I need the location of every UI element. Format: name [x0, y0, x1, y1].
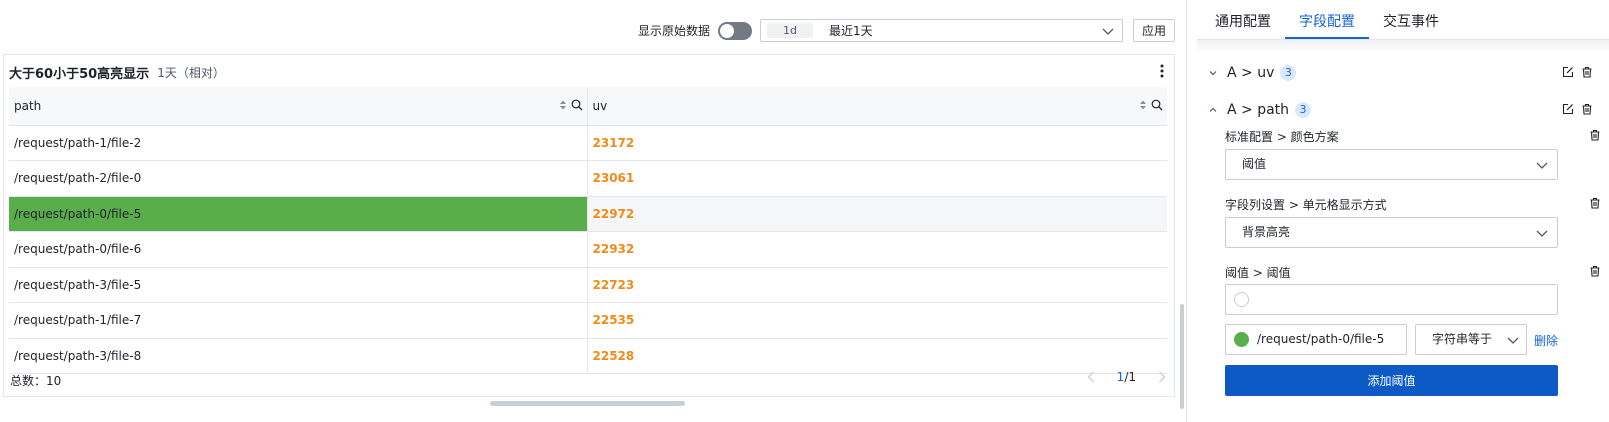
- threshold-operator-select[interactable]: 字符串等于: [1415, 324, 1527, 355]
- color-scheme-select[interactable]: 阈值: [1225, 149, 1558, 180]
- table-row[interactable]: /request/path-3/file-5 22723: [9, 267, 1167, 303]
- total-count: 总数：10: [10, 374, 62, 388]
- chevron-down-icon: [1536, 162, 1548, 169]
- tab-interaction[interactable]: 交互事件: [1369, 0, 1453, 39]
- table-row[interactable]: /request/path-1/file-2 23172: [9, 125, 1167, 161]
- dashboard-preview: 显示原始数据 1d 最近1天 应用 大于60小于50高亮显示 1天（相对） pa…: [0, 0, 1184, 422]
- chevron-down-icon: [1102, 28, 1114, 35]
- table-row-highlighted[interactable]: /request/path-0/file-5 22972: [9, 196, 1167, 232]
- vertical-scrollbar[interactable]: [1180, 304, 1184, 409]
- table-header-row: path uv: [9, 87, 1167, 126]
- cell-uv: 22972: [586, 196, 1167, 232]
- cell-display-select[interactable]: 背景高亮: [1225, 217, 1558, 248]
- cell-path: /request/path-1/file-7: [9, 302, 587, 339]
- pagination: 1/1: [1087, 370, 1166, 384]
- data-table: path uv /request/path-1/file-2 23172 /re…: [9, 87, 1167, 374]
- apply-button[interactable]: 应用: [1132, 19, 1175, 42]
- delete-threshold-link[interactable]: 删除: [1534, 332, 1558, 349]
- threshold-value-input[interactable]: /request/path-0/file-5: [1225, 324, 1407, 355]
- chevron-down-icon: [1536, 230, 1548, 237]
- tab-field-config[interactable]: 字段配置: [1285, 0, 1369, 39]
- color-scheme-label: 标准配置 > 颜色方案: [1225, 130, 1339, 144]
- cell-display-value: 背景高亮: [1242, 225, 1291, 239]
- edit-icon[interactable]: [1562, 103, 1574, 115]
- edit-icon[interactable]: [1562, 66, 1574, 78]
- config-tabs: 通用配置 字段配置 交互事件: [1187, 0, 1609, 39]
- table-panel: 大于60小于50高亮显示 1天（相对） path uv /request/pat…: [3, 54, 1175, 397]
- toggle-knob: [719, 23, 734, 38]
- cell-path: /request/path-3/file-5: [9, 267, 587, 303]
- delete-icon[interactable]: [1589, 197, 1601, 209]
- cell-uv: 22535: [586, 302, 1167, 339]
- search-icon[interactable]: [571, 99, 583, 111]
- field-group-title: A > uv: [1227, 65, 1275, 81]
- chevron-down-icon: [1507, 337, 1519, 344]
- cell-path: /request/path-0/file-5: [9, 196, 587, 232]
- horizontal-scrollbar[interactable]: [490, 401, 685, 406]
- time-range-tag: 1d: [766, 23, 813, 38]
- threshold-label: 阈值 > 阈值: [1225, 266, 1291, 280]
- panel-time-range: 1天（相对）: [157, 66, 225, 80]
- cell-uv: 23061: [586, 160, 1167, 197]
- base-threshold-row[interactable]: [1225, 284, 1558, 315]
- add-threshold-button[interactable]: 添加阈值: [1225, 365, 1558, 396]
- cell-path: /request/path-3/file-8: [9, 338, 587, 374]
- override-count-badge: 3: [1280, 65, 1297, 81]
- time-range-value: 最近1天: [828, 24, 873, 38]
- column-header-path[interactable]: path: [9, 87, 587, 126]
- delete-icon[interactable]: [1589, 265, 1601, 277]
- chevron-up-icon: [1209, 107, 1217, 112]
- search-icon[interactable]: [1151, 99, 1163, 111]
- cell-uv: 22723: [586, 267, 1167, 303]
- tabs-shadow: [1197, 40, 1609, 54]
- time-range-select[interactable]: 1d 最近1天: [759, 19, 1123, 42]
- cell-uv: 22932: [586, 231, 1167, 268]
- cell-path: /request/path-1/file-2: [9, 125, 587, 161]
- override-count-badge: 3: [1295, 102, 1312, 118]
- table-row[interactable]: /request/path-2/file-0 23061: [9, 160, 1167, 197]
- base-color-swatch[interactable]: [1234, 292, 1249, 307]
- delete-icon[interactable]: [1589, 129, 1601, 141]
- total-pages: /1: [1124, 370, 1136, 384]
- sort-icon[interactable]: [1139, 99, 1147, 111]
- column-header-label: uv: [592, 98, 608, 113]
- cell-path: /request/path-0/file-6: [9, 231, 587, 268]
- tab-general[interactable]: 通用配置: [1201, 0, 1285, 39]
- delete-icon[interactable]: [1581, 66, 1593, 78]
- threshold-color-swatch[interactable]: [1234, 332, 1249, 347]
- field-group-uv[interactable]: A > uv 3: [1207, 62, 1603, 84]
- panel-header: 大于60小于50高亮显示 1天（相对）: [9, 63, 225, 82]
- cell-uv: 22528: [586, 338, 1167, 374]
- page-indicator: 1/1: [1117, 370, 1136, 384]
- table-row[interactable]: /request/path-3/file-8 22528: [9, 338, 1167, 374]
- sort-icon[interactable]: [559, 99, 567, 111]
- column-header-label: path: [14, 98, 42, 113]
- raw-data-toggle[interactable]: [717, 21, 752, 40]
- color-scheme-value: 阈值: [1242, 157, 1267, 171]
- column-header-uv[interactable]: uv: [586, 87, 1167, 126]
- field-group-title: A > path: [1227, 102, 1290, 118]
- time-toolbar: 显示原始数据 1d 最近1天 应用: [638, 19, 1175, 42]
- table-row[interactable]: /request/path-1/file-7 22535: [9, 302, 1167, 339]
- more-vertical-icon[interactable]: [1156, 64, 1168, 78]
- prev-page-icon[interactable]: [1087, 371, 1095, 383]
- raw-data-label: 显示原始数据: [637, 24, 710, 38]
- cell-uv: 23172: [586, 125, 1167, 161]
- config-sidebar: 通用配置 字段配置 交互事件 A > uv 3 A > path 3 标准配置 …: [1186, 0, 1609, 422]
- panel-title: 大于60小于50高亮显示: [9, 67, 150, 82]
- table-row[interactable]: /request/path-0/file-6 22932: [9, 231, 1167, 268]
- cell-path: /request/path-2/file-0: [9, 160, 587, 197]
- threshold-operator-value: 字符串等于: [1432, 332, 1493, 346]
- delete-icon[interactable]: [1581, 103, 1593, 115]
- next-page-icon[interactable]: [1158, 371, 1166, 383]
- chevron-down-icon: [1209, 71, 1217, 76]
- field-group-path[interactable]: A > path 3: [1207, 99, 1603, 121]
- cell-display-label: 字段列设置 > 单元格显示方式: [1225, 198, 1387, 212]
- threshold-value: /request/path-0/file-5: [1257, 332, 1385, 346]
